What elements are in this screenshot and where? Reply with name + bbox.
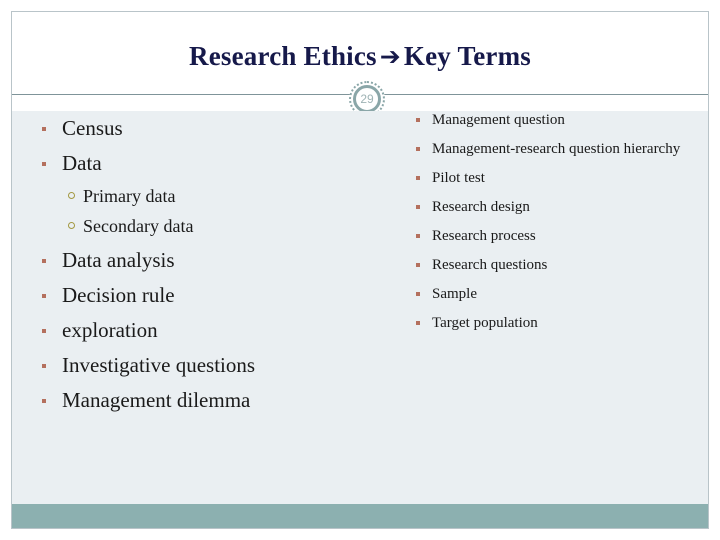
list-item: Pilot test (402, 169, 692, 188)
list-item: Target population (402, 314, 692, 333)
square-bullet-icon (42, 162, 46, 166)
left-bullet-list: Census Data Primary data Secondary data (30, 111, 380, 417)
right-arrow-icon: ➔ (379, 42, 401, 71)
list-item-label: Management question (432, 112, 565, 128)
list-item: Investigative questions (30, 348, 380, 382)
list-item: Research design (402, 198, 692, 217)
left-sub-bullet-list: Primary data Secondary data (30, 181, 380, 241)
square-bullet-icon (416, 292, 420, 296)
list-item-label: Research questions (432, 257, 548, 273)
list-item: Decision rule (30, 278, 380, 312)
sub-list-item: Primary data (30, 181, 380, 211)
square-bullet-icon (42, 127, 46, 131)
list-item: Sample (402, 285, 692, 304)
list-item-label: Investigative questions (62, 353, 256, 377)
circle-bullet-icon (68, 192, 75, 199)
list-item: Research questions (402, 256, 692, 275)
list-item: Management question (402, 111, 692, 130)
square-bullet-icon (416, 321, 420, 325)
slide-body: Census Data Primary data Secondary data (12, 111, 708, 504)
page-title: Research Ethics ➔ Key Terms (12, 41, 708, 72)
list-item-label: Management-research question hierarchy (432, 141, 681, 157)
footer-band (12, 504, 708, 528)
right-column: Management question Management-research … (402, 111, 692, 343)
sub-list-item-label: Primary data (83, 186, 176, 206)
list-item-label: Census (62, 116, 123, 140)
square-bullet-icon (42, 259, 46, 263)
left-column: Census Data Primary data Secondary data (30, 111, 380, 418)
square-bullet-icon (416, 118, 420, 122)
list-item: Data (30, 146, 380, 180)
square-bullet-icon (416, 147, 420, 151)
list-item-label: exploration (62, 318, 158, 342)
page-number-value: 29 (353, 85, 381, 113)
square-bullet-icon (42, 364, 46, 368)
list-item-label: Data (62, 151, 102, 175)
square-bullet-icon (416, 263, 420, 267)
circle-bullet-icon (68, 222, 75, 229)
list-item-label: Research process (432, 228, 536, 244)
list-item-label: Target population (432, 315, 538, 331)
list-item-label: Pilot test (432, 170, 485, 186)
list-item: Management dilemma (30, 383, 380, 417)
square-bullet-icon (42, 329, 46, 333)
sub-list-item: Secondary data (30, 211, 380, 241)
square-bullet-icon (42, 399, 46, 403)
list-item-label: Decision rule (62, 283, 175, 307)
list-item: Data analysis (30, 243, 380, 277)
list-item-label: Research design (432, 199, 530, 215)
list-item-label: Data analysis (62, 248, 175, 272)
square-bullet-icon (416, 176, 420, 180)
list-item: Census (30, 111, 380, 145)
square-bullet-icon (416, 234, 420, 238)
list-item: Management-research question hierarchy (402, 140, 692, 159)
sub-list-item-label: Secondary data (83, 216, 194, 236)
title-sub-text: Key Terms (403, 41, 531, 71)
list-item-label: Sample (432, 286, 477, 302)
list-item: Research process (402, 227, 692, 246)
square-bullet-icon (416, 205, 420, 209)
list-item: exploration (30, 313, 380, 347)
right-bullet-list: Management question Management-research … (402, 111, 692, 333)
title-main-text: Research Ethics (189, 41, 377, 71)
slide: Research Ethics ➔ Key Terms 29 Census Data (11, 11, 709, 529)
list-item-label: Management dilemma (62, 388, 251, 412)
square-bullet-icon (42, 294, 46, 298)
